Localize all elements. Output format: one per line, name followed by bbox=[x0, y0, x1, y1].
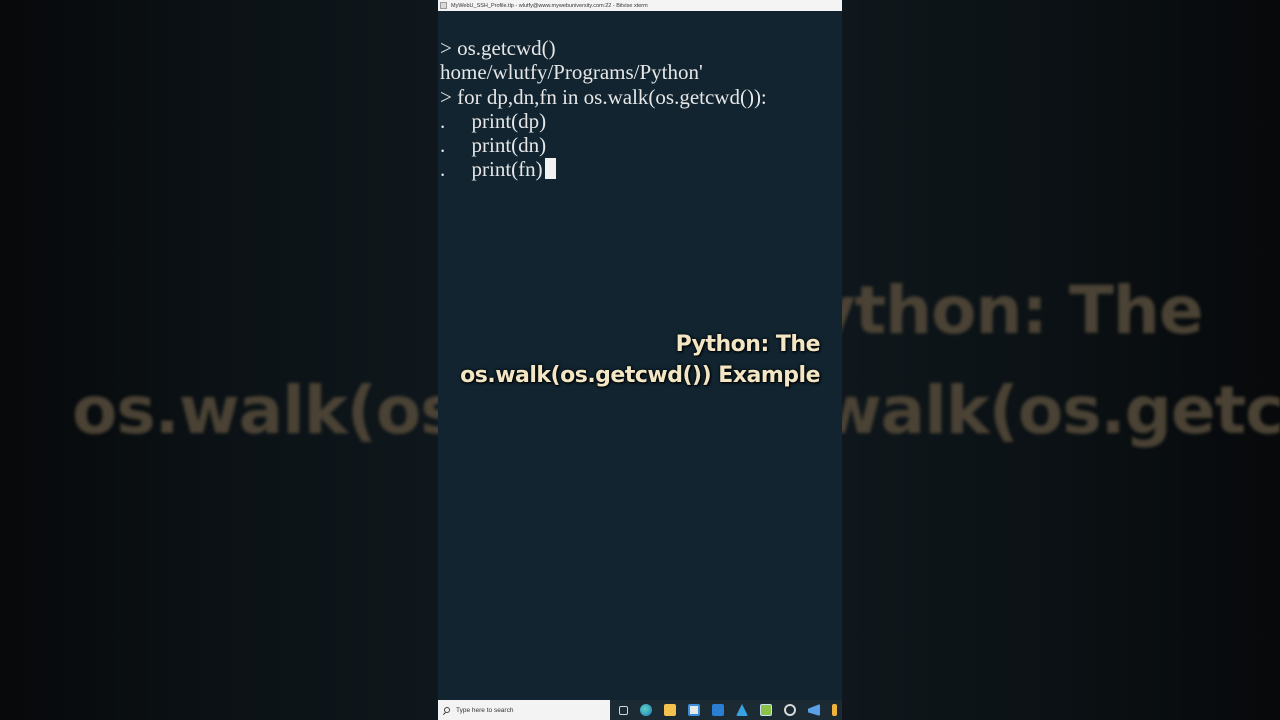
background-caption-line1: Python: The bbox=[842, 272, 1204, 349]
search-input[interactable] bbox=[456, 706, 596, 714]
terminal-line: . print(dp) bbox=[440, 108, 547, 133]
background-caption-line2: os.walk(os.getcwd()) Example bbox=[842, 372, 1280, 449]
terminal-line-current: . print(fn) bbox=[440, 157, 842, 181]
video-frame: MyWebU_SSH_Profile.tlp - wlutfy@www.mywe… bbox=[438, 0, 842, 720]
terminal-line: home/wlutfy/Programs/Python' bbox=[440, 60, 703, 85]
window-titlebar[interactable]: MyWebU_SSH_Profile.tlp - wlutfy@www.mywe… bbox=[438, 0, 842, 11]
video-caption: Python: The os.walk(os.getcwd()) Example bbox=[460, 329, 820, 391]
terminal-line: > for dp,dn,fn in os.walk(os.getcwd()): bbox=[440, 84, 767, 109]
terminal-line-text: . print(fn) bbox=[440, 157, 543, 182]
blurred-background-left: Python: The os.walk(os.getcwd()) Example bbox=[0, 0, 438, 720]
app-icon[interactable] bbox=[760, 704, 772, 716]
app-icon[interactable] bbox=[832, 704, 837, 716]
windows-taskbar bbox=[438, 700, 842, 720]
terminal-app-icon bbox=[440, 2, 447, 9]
task-view-icon[interactable] bbox=[619, 705, 628, 715]
edge-icon[interactable] bbox=[640, 704, 652, 716]
mail-icon[interactable] bbox=[712, 704, 724, 716]
caption-line2: os.walk(os.getcwd()) Example bbox=[460, 363, 820, 388]
caption-line1: Python: The bbox=[675, 332, 821, 357]
app-icon[interactable] bbox=[784, 704, 796, 716]
app-icon[interactable] bbox=[808, 704, 820, 716]
background-caption-line2: os.walk(os.getcwd()) Example bbox=[72, 372, 438, 449]
search-icon bbox=[444, 707, 450, 713]
terminal-line: . print(dn) bbox=[440, 133, 547, 158]
store-icon[interactable] bbox=[688, 704, 700, 716]
taskbar-search[interactable] bbox=[438, 700, 610, 720]
terminal-output[interactable]: > os.getcwd() home/wlutfy/Programs/Pytho… bbox=[440, 36, 842, 182]
text-cursor bbox=[544, 158, 556, 180]
window-title: MyWebU_SSH_Profile.tlp - wlutfy@www.mywe… bbox=[451, 2, 648, 9]
terminal-line: > os.getcwd() bbox=[440, 36, 556, 60]
blurred-background-right: Python: The os.walk(os.getcwd()) Example bbox=[842, 0, 1280, 720]
app-icon[interactable] bbox=[736, 704, 748, 716]
folder-icon[interactable] bbox=[664, 704, 676, 716]
